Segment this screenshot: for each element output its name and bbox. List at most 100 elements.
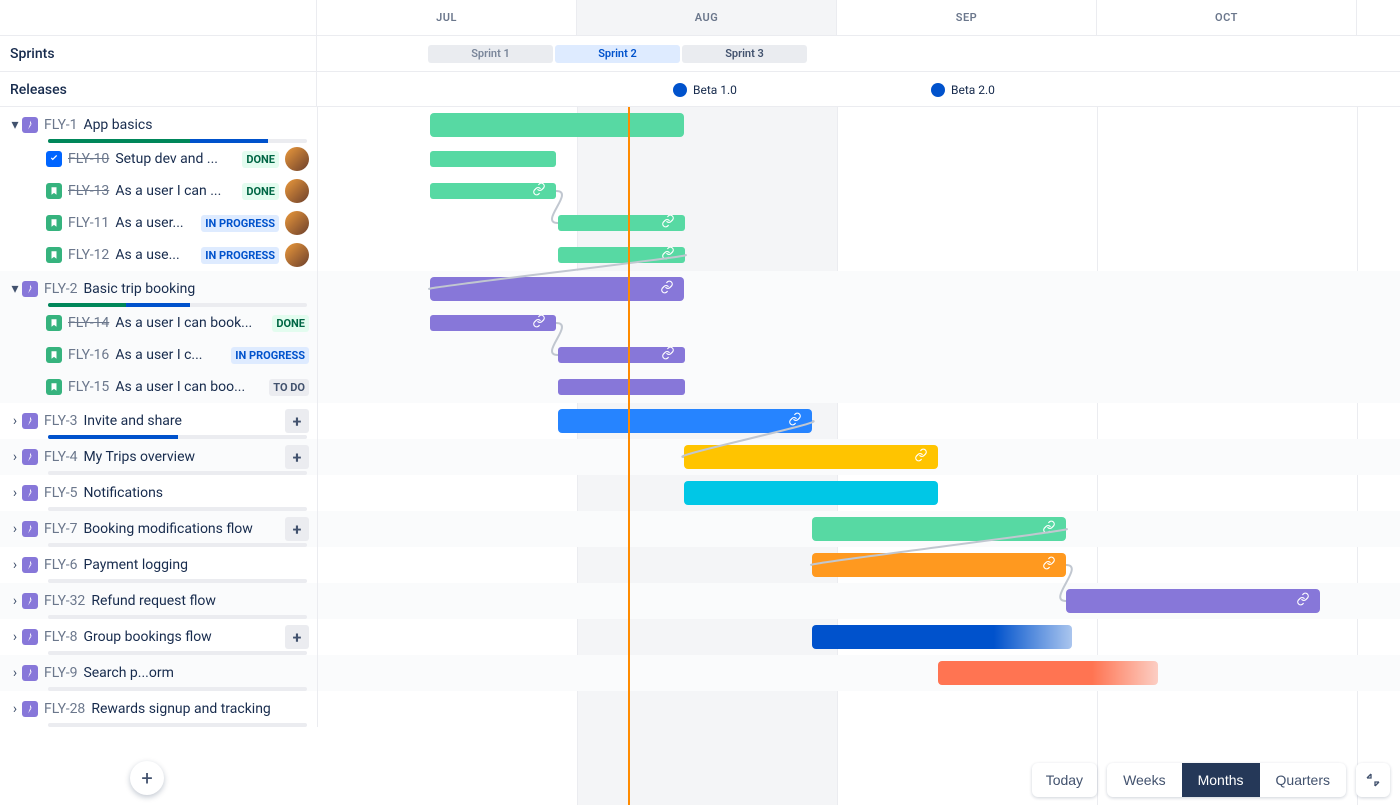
- expand-chevron-icon[interactable]: ›: [8, 413, 22, 429]
- issue-key[interactable]: FLY-6: [44, 557, 77, 573]
- timeline-panel[interactable]: [318, 107, 1400, 805]
- status-badge: IN PROGRESS: [231, 347, 309, 364]
- gantt-bar[interactable]: [558, 379, 685, 395]
- issue-key[interactable]: FLY-15: [68, 379, 109, 395]
- issue-key[interactable]: FLY-2: [44, 281, 77, 297]
- gantt-bar[interactable]: [1066, 589, 1320, 613]
- release-marker[interactable]: Beta 2.0: [931, 72, 995, 107]
- issue-row[interactable]: FLY-10Setup dev and ...DONE: [0, 143, 318, 175]
- epic-row[interactable]: ›FLY-4My Trips overview+: [0, 439, 318, 475]
- gantt-bar[interactable]: [558, 409, 812, 433]
- gantt-bar[interactable]: [558, 347, 685, 363]
- issue-row[interactable]: FLY-15As a user I can boo...TO DO: [0, 371, 318, 403]
- epic-row[interactable]: ›FLY-28Rewards signup and tracking: [0, 691, 318, 727]
- expand-chevron-icon[interactable]: ›: [8, 701, 22, 717]
- epic-row[interactable]: ›FLY-9Search p...orm: [0, 655, 318, 691]
- issue-row[interactable]: FLY-16 As a user I c... IN PROGRESS: [0, 339, 318, 371]
- gantt-bar[interactable]: [430, 183, 556, 199]
- release-marker[interactable]: Beta 1.0: [673, 72, 737, 107]
- gantt-bar[interactable]: [684, 481, 938, 505]
- expand-chevron-icon[interactable]: ›: [8, 593, 22, 609]
- issue-list-panel[interactable]: ▾FLY-1App basicsFLY-10Setup dev and ...D…: [0, 107, 318, 805]
- assignee-avatar[interactable]: [285, 179, 309, 203]
- gantt-bar[interactable]: [938, 661, 1158, 685]
- epic-row[interactable]: ›FLY-3Invite and share+: [0, 403, 318, 439]
- expand-chevron-icon[interactable]: ›: [8, 557, 22, 573]
- epic-icon: [22, 629, 38, 645]
- sprint-pill[interactable]: Sprint 3: [682, 45, 807, 63]
- issue-key[interactable]: FLY-12: [68, 247, 109, 263]
- expand-chevron-icon[interactable]: ›: [8, 449, 22, 465]
- assignee-avatar[interactable]: [285, 243, 309, 267]
- issue-summary: As a user I can book...: [115, 315, 266, 331]
- epic-row[interactable]: ›FLY-5Notifications: [0, 475, 318, 511]
- expand-chevron-icon[interactable]: ▾: [8, 281, 22, 297]
- issue-key[interactable]: FLY-28: [44, 701, 85, 717]
- gantt-bar[interactable]: [812, 553, 1066, 577]
- gantt-bar[interactable]: [812, 517, 1066, 541]
- zoom-months[interactable]: Months: [1182, 763, 1260, 797]
- issue-summary: As a user I c...: [115, 347, 225, 363]
- issue-key[interactable]: FLY-16: [68, 347, 109, 363]
- expand-chevron-icon[interactable]: ›: [8, 521, 22, 537]
- issue-key[interactable]: FLY-14: [68, 315, 109, 331]
- gantt-bar[interactable]: [430, 151, 556, 167]
- assignee-avatar[interactable]: [285, 147, 309, 171]
- issue-key[interactable]: FLY-8: [44, 629, 77, 645]
- epic-row[interactable]: ›FLY-8Group bookings flow+: [0, 619, 318, 655]
- timeline-row: [318, 271, 1400, 307]
- issue-key[interactable]: FLY-13: [68, 183, 109, 199]
- expand-chevron-icon[interactable]: ▾: [8, 117, 22, 133]
- zoom-quarters[interactable]: Quarters: [1260, 763, 1346, 797]
- sprint-pill[interactable]: Sprint 1: [428, 45, 553, 63]
- gantt-bar[interactable]: [430, 277, 684, 301]
- epic-row[interactable]: ›FLY-7Booking modifications flow+: [0, 511, 318, 547]
- add-child-button[interactable]: +: [285, 445, 309, 469]
- issue-row[interactable]: FLY-13As a user I can ...DONE: [0, 175, 318, 207]
- sprint-pill[interactable]: Sprint 2: [555, 45, 680, 63]
- gantt-bar[interactable]: [430, 113, 684, 137]
- gantt-bar[interactable]: [558, 215, 685, 231]
- issue-row[interactable]: FLY-14As a user I can book...DONE: [0, 307, 318, 339]
- story-icon: [46, 183, 62, 199]
- issue-key[interactable]: FLY-4: [44, 449, 77, 465]
- month-column-jul: JUL: [317, 0, 577, 35]
- progress-bar: [48, 723, 307, 727]
- releases-header: Releases Beta 1.0Beta 2.0: [0, 72, 1400, 107]
- expand-chevron-icon[interactable]: ›: [8, 665, 22, 681]
- issue-key[interactable]: FLY-9: [44, 665, 77, 681]
- gantt-bar[interactable]: [558, 247, 685, 263]
- gantt-bar[interactable]: [430, 315, 556, 331]
- link-icon: [661, 346, 675, 364]
- timeline-row: [318, 439, 1400, 475]
- issue-key[interactable]: FLY-7: [44, 521, 77, 537]
- assignee-avatar[interactable]: [285, 211, 309, 235]
- issue-key[interactable]: FLY-5: [44, 485, 77, 501]
- expand-chevron-icon[interactable]: ›: [8, 629, 22, 645]
- story-icon: [46, 315, 62, 331]
- issue-row[interactable]: FLY-12As a use...IN PROGRESS: [0, 239, 318, 271]
- expand-chevron-icon[interactable]: ›: [8, 485, 22, 501]
- epic-row[interactable]: ›FLY-32Refund request flow: [0, 583, 318, 619]
- story-icon: [46, 379, 62, 395]
- epic-row[interactable]: ▾FLY-1App basics: [0, 107, 318, 143]
- add-child-button[interactable]: +: [285, 625, 309, 649]
- issue-key[interactable]: FLY-3: [44, 413, 77, 429]
- issue-key[interactable]: FLY-1: [44, 117, 77, 133]
- collapse-icon[interactable]: [1356, 763, 1390, 797]
- issue-key[interactable]: FLY-10: [68, 151, 109, 167]
- timeline-row: [318, 175, 1400, 207]
- issue-key[interactable]: FLY-11: [68, 215, 109, 231]
- issue-key[interactable]: FLY-32: [44, 593, 85, 609]
- issue-row[interactable]: FLY-11As a user...IN PROGRESS: [0, 207, 318, 239]
- epic-row[interactable]: ▾FLY-2Basic trip booking: [0, 271, 318, 307]
- story-icon: [46, 247, 62, 263]
- create-issue-fab[interactable]: +: [130, 761, 164, 795]
- gantt-bar[interactable]: [812, 625, 1072, 649]
- zoom-weeks[interactable]: Weeks: [1107, 763, 1182, 797]
- gantt-bar[interactable]: [684, 445, 938, 469]
- today-button[interactable]: Today: [1032, 763, 1097, 797]
- epic-row[interactable]: ›FLY-6Payment logging: [0, 547, 318, 583]
- add-child-button[interactable]: +: [285, 517, 309, 541]
- add-child-button[interactable]: +: [285, 409, 309, 433]
